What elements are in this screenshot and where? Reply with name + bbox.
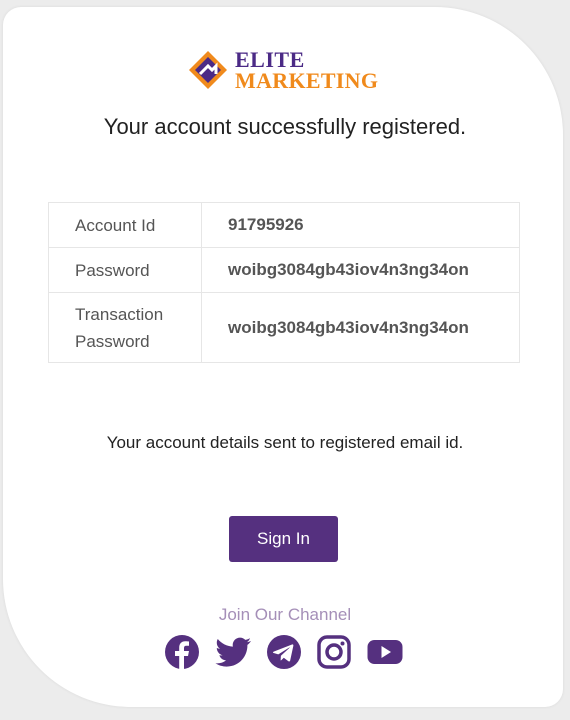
facebook-icon[interactable]	[164, 634, 202, 672]
account-id-value: 91795926	[201, 202, 520, 248]
password-value: woibg3084gb43iov4n3ng34on	[201, 247, 520, 293]
detail-label: Account Id	[48, 202, 202, 248]
detail-label: Password	[48, 247, 202, 293]
sign-in-button[interactable]: Sign In	[229, 516, 338, 562]
brand-logo: ELITE MARKETING	[187, 45, 387, 99]
brand-name-line2: MARKETING	[235, 68, 379, 93]
success-heading: Your account successfully registered.	[103, 114, 467, 139]
table-row: Password woibg3084gb43iov4n3ng34on	[48, 247, 520, 293]
instagram-icon[interactable]	[316, 634, 354, 672]
table-row: Transaction Password woibg3084gb43iov4n3…	[48, 292, 520, 363]
email-notice: Your account details sent to registered …	[106, 433, 464, 452]
youtube-icon[interactable]	[366, 634, 404, 672]
telegram-icon[interactable]	[266, 634, 304, 672]
join-channel-label: Join Our Channel	[218, 605, 352, 624]
account-details-table: Account Id 91795926 Password woibg3084gb…	[48, 202, 520, 363]
detail-label: Transaction Password	[48, 292, 202, 363]
logo-mark-icon	[189, 51, 227, 89]
twitter-icon[interactable]	[215, 634, 253, 672]
transaction-password-value: woibg3084gb43iov4n3ng34on	[201, 292, 520, 363]
table-row: Account Id 91795926	[48, 202, 520, 248]
